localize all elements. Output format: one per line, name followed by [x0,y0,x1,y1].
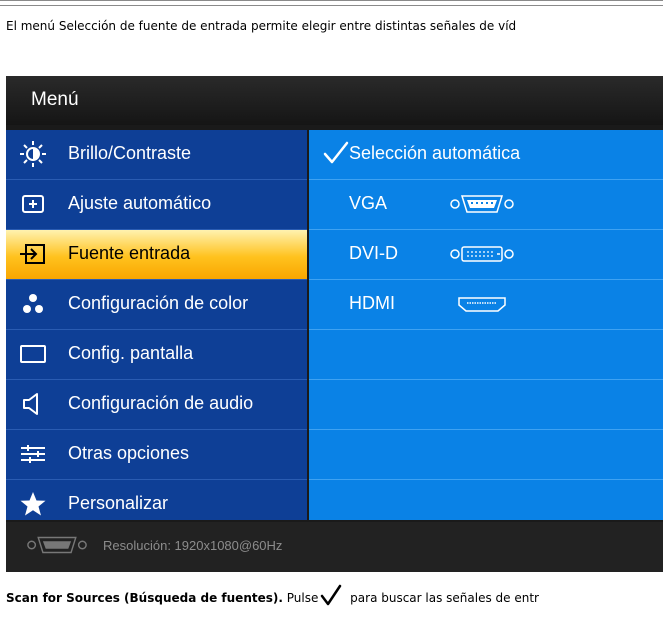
intro-text: El menú Selección de fuente de entrada p… [6,19,517,33]
osd-menu-screenshot: Menú Brillo/Contraste Ajuste automático … [6,76,663,572]
section-heading: Scan for Sources (Búsqueda de fuentes). [6,591,283,605]
hdmi-connector-icon [458,297,506,312]
menu-item-label: Personalizar [68,493,169,513]
resolution-status: Resolución: 1920x1080@60Hz [103,538,283,553]
menu-item-label: Brillo/Contraste [68,143,192,163]
checkmark-icon [323,141,349,164]
checkmark-icon [321,584,342,606]
menu-item-fuente-entrada[interactable]: Fuente entrada [6,230,307,279]
osd-header: Menú [6,76,663,125]
menu-item-config-pantalla[interactable]: Config. pantalla [6,330,307,379]
divider [309,379,663,380]
divider [309,329,663,330]
menu-item-label: Ajuste automático [68,193,212,213]
submenu-item-label: HDMI [349,293,395,313]
menu-item-configuracion-color[interactable]: Configuración de color [6,280,307,329]
menu-item-label: Config. pantalla [68,343,194,363]
star-icon [20,492,46,516]
menu-item-label: Fuente entrada [68,243,191,263]
brightness-icon [20,141,46,167]
divider [309,479,663,480]
submenu-item-vga[interactable]: VGA [309,180,663,229]
color-dots-icon [23,294,43,313]
vga-connector-icon [450,195,514,213]
auto-adjust-icon [22,195,44,213]
menu-item-label: Otras opciones [68,443,190,463]
submenu-item-label: DVI-D [349,243,398,263]
osd-footer: Resolución: 1920x1080@60Hz [6,522,663,572]
menu-item-label: Configuración de audio [68,393,254,413]
vga-connector-icon [27,536,87,554]
menu-item-otras-opciones[interactable]: Otras opciones [6,430,307,479]
menu-item-configuracion-audio[interactable]: Configuración de audio [6,380,307,429]
submenu-item-dvi-d[interactable]: DVI-D [309,230,663,279]
menu-item-label: Configuración de color [68,293,249,313]
dvi-connector-icon [450,246,514,262]
top-rule [0,0,663,6]
display-icon [20,345,46,363]
main-menu: Brillo/Contraste Ajuste automático Fuent… [6,130,307,520]
submenu-item-label: Selección automática [349,143,521,163]
scan-for-sources-paragraph: Scan for Sources (Búsqueda de fuentes). … [6,584,539,606]
sliders-icon [21,445,45,463]
input-source-icon [20,244,45,264]
menu-item-ajuste-automatico[interactable]: Ajuste automático [6,180,307,229]
speaker-icon [23,393,38,415]
menu-item-brillo-contraste[interactable]: Brillo/Contraste [6,130,307,179]
submenu-item-hdmi[interactable]: HDMI [309,280,663,329]
paragraph-text: Pulse [282,591,319,605]
submenu-panel: Selección automática VGA DVI-D HDMI [309,130,663,520]
submenu-item-seleccion-automatica[interactable]: Selección automática [309,130,663,179]
divider [309,429,663,430]
submenu-item-label: VGA [349,193,388,213]
osd-title: Menú [31,89,79,110]
paragraph-text: para buscar las señales de entr [346,591,539,605]
